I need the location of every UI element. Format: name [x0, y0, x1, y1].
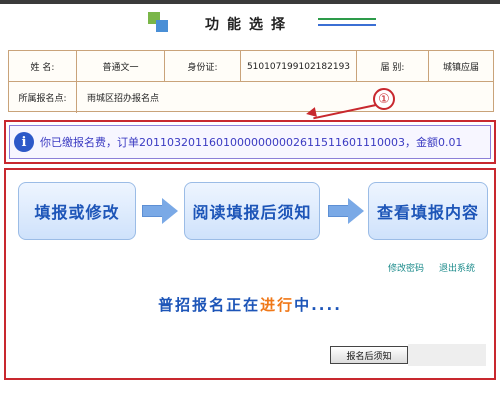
payment-notice: i 你已缴报名费，订单20110320116010000000002611511…: [9, 125, 491, 159]
info-row: 姓 名: 普通文一 身份证: 510107199102182193 届 别: 城…: [9, 51, 493, 82]
title-decoration: [318, 18, 376, 28]
registration-status: 普招报名正在进行中....: [6, 294, 494, 315]
logout-link[interactable]: 退出系统: [439, 261, 475, 274]
id-value: 510107199102182193: [241, 51, 357, 82]
page-title: 功能选择: [205, 17, 293, 33]
view-content-button[interactable]: 查看填报内容: [368, 182, 488, 240]
name-label: 姓 名:: [9, 51, 77, 82]
site-value: 雨城区招办报名点: [87, 94, 160, 104]
right-arrow-icon: [142, 198, 180, 224]
id-label: 身份证:: [165, 51, 241, 82]
site-label: 所属报名点:: [9, 82, 77, 113]
callout-marker: ①: [373, 88, 395, 110]
name-value: 普通文一: [77, 51, 165, 82]
payment-notice-frame: i 你已缴报名费，订单20110320116010000000002611511…: [4, 120, 496, 164]
status-suffix: 中....: [294, 296, 342, 314]
fill-or-edit-button[interactable]: 填报或修改: [18, 182, 136, 240]
change-password-link[interactable]: 修改密码: [388, 261, 424, 274]
session-label: 届 别:: [357, 51, 429, 82]
after-registration-notice-button[interactable]: 报名后须知: [330, 346, 408, 364]
status-prefix: 普招报名正在: [158, 296, 261, 314]
app-logo-icon: [148, 12, 170, 34]
read-notice-button[interactable]: 阅读填报后须知: [184, 182, 320, 240]
main-panel: 填报或修改 阅读填报后须知 查看填报内容 修改密码 退出系统 普招报名正在进行中…: [4, 168, 496, 380]
student-info-table: 姓 名: 普通文一 身份证: 510107199102182193 届 别: 城…: [8, 50, 494, 113]
window-top-strip: [0, 0, 500, 4]
watermark-overlay: [408, 344, 486, 366]
right-arrow-icon: [328, 198, 366, 224]
callout-arrowhead-icon: [305, 107, 317, 119]
info-row: 所属报名点: 雨城区招办报名点: [9, 82, 493, 113]
session-value: 城镇应届: [442, 63, 479, 73]
status-highlight: 进行: [260, 296, 295, 314]
page-header: 功能选择: [0, 6, 500, 40]
info-icon: i: [14, 132, 34, 152]
payment-notice-text: 你已缴报名费，订单2011032011601000000000261151160…: [40, 136, 463, 149]
